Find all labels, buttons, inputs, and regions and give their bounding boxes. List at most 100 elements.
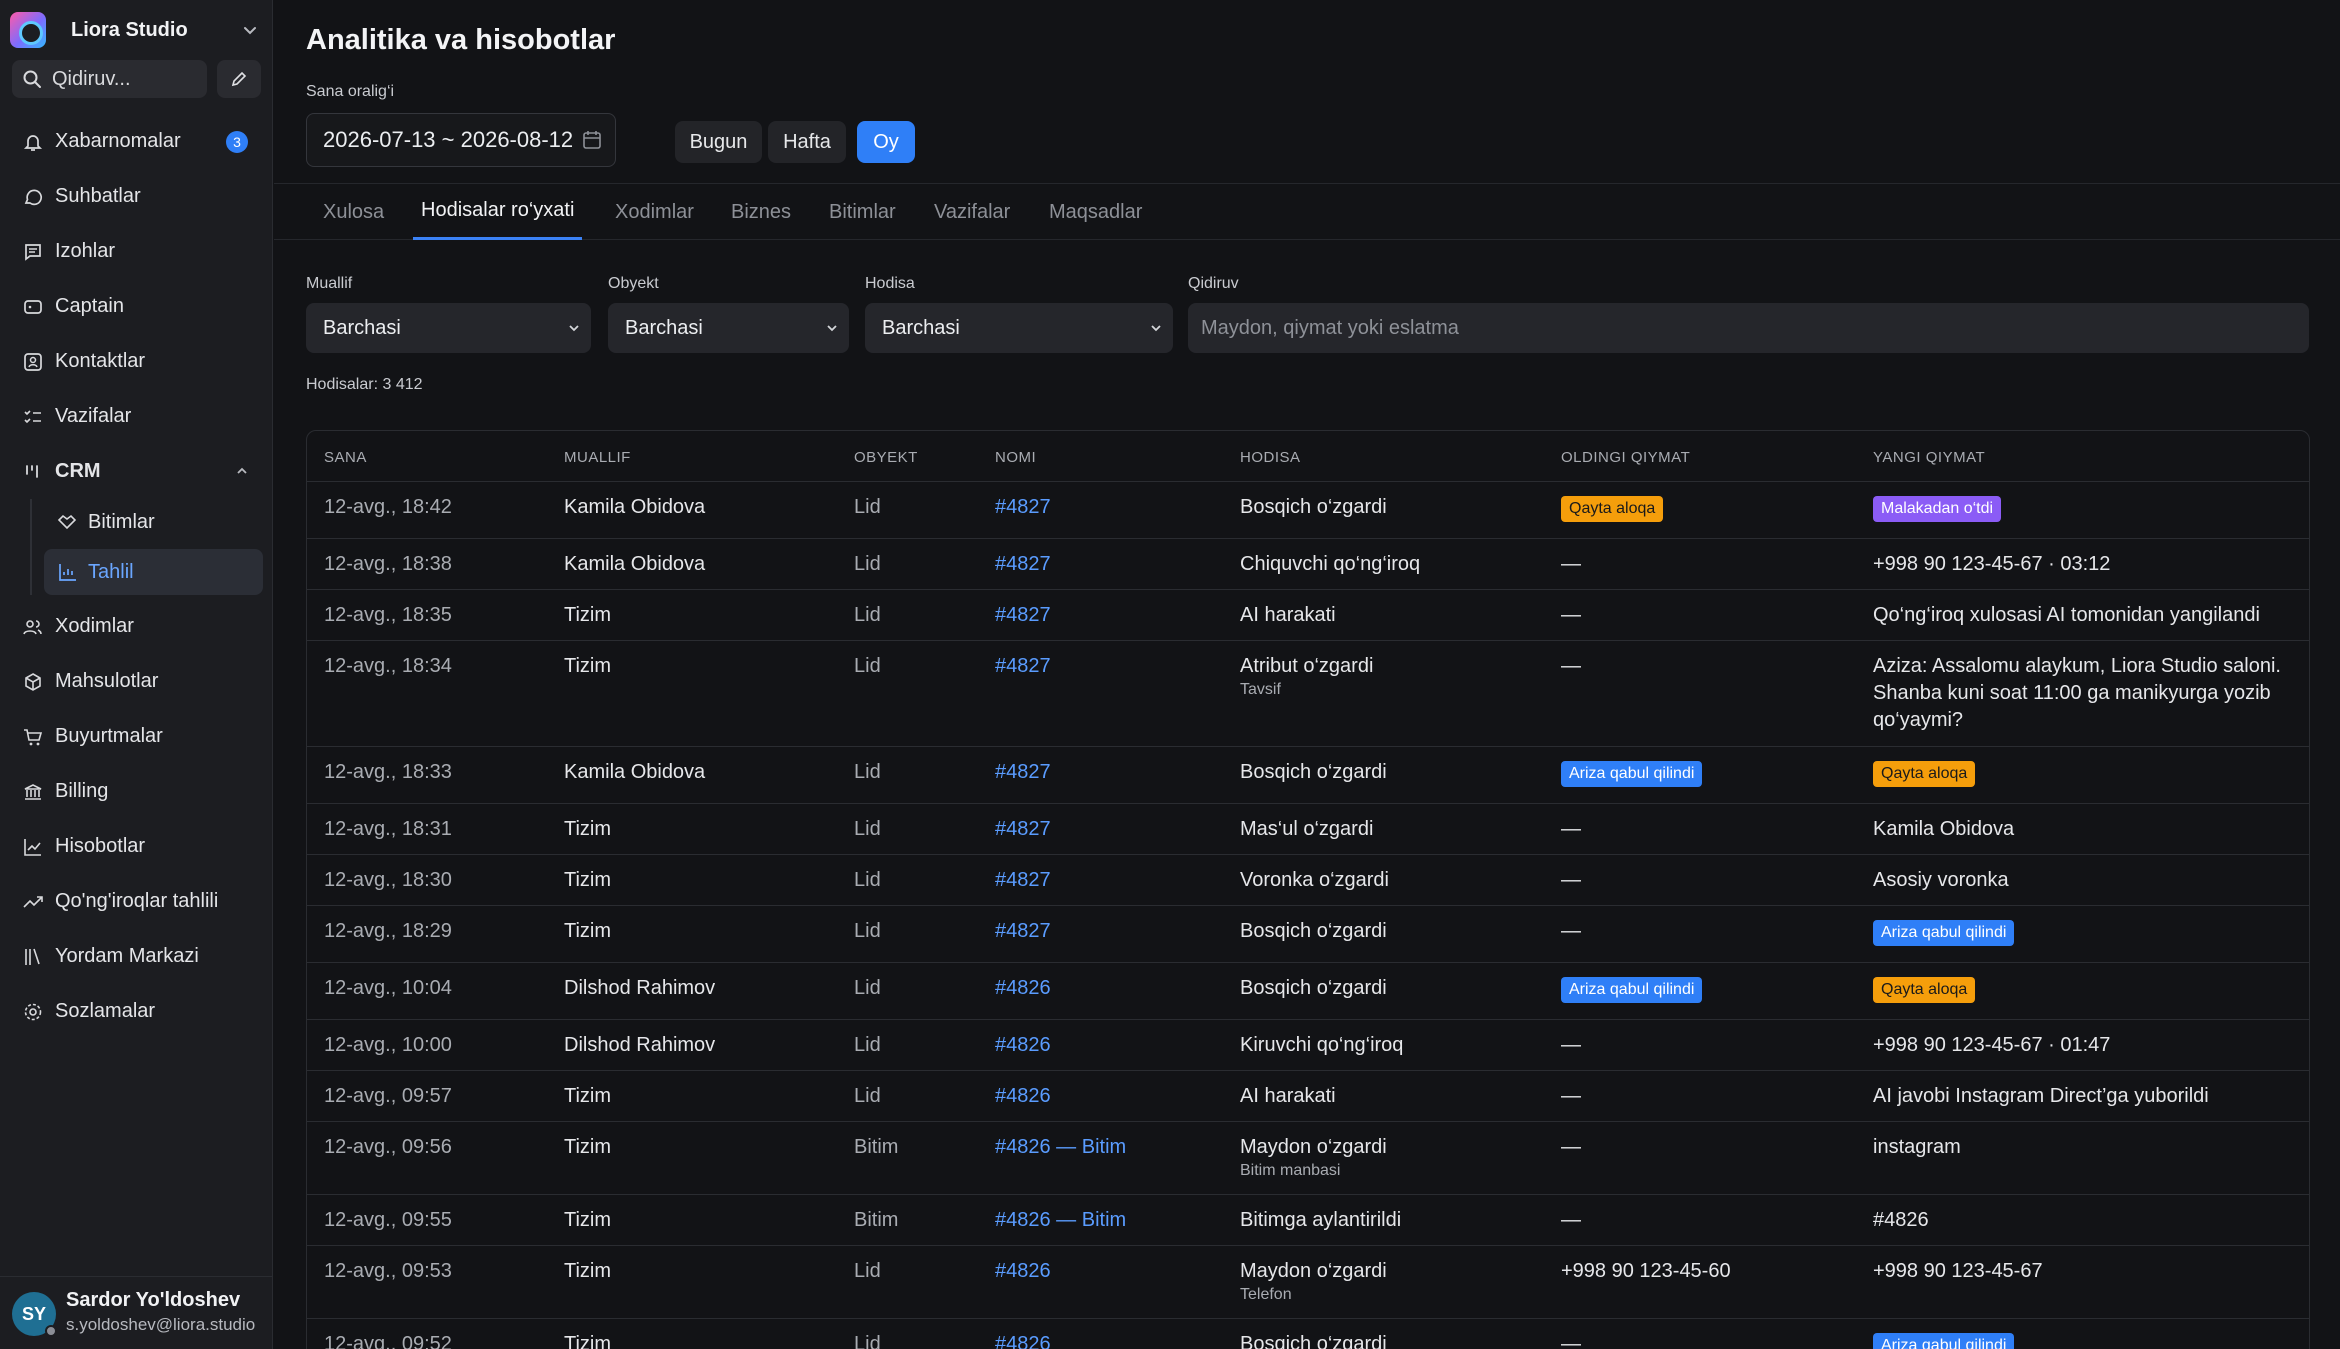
segment-month-button[interactable]: Oy bbox=[857, 121, 915, 163]
table-row[interactable]: 12-avg., 09:53 Tizim Lid #4826 Maydon o‘zgar… bbox=[307, 1246, 2309, 1319]
new-value-badge: Ariza qabul qilindi bbox=[1873, 920, 2015, 946]
date-range-value: 2026-07-13 ~ 2026-08-12 bbox=[323, 127, 574, 152]
line-chart-icon bbox=[24, 838, 41, 856]
sidebar-item-reports[interactable]: Hisobotlar bbox=[10, 819, 263, 874]
record-link[interactable]: #4826 bbox=[995, 1083, 1051, 1110]
checklist-icon bbox=[24, 409, 41, 423]
tab-deals[interactable]: Bitimlar bbox=[829, 184, 896, 240]
sidebar-item-label: Vazifalar bbox=[55, 405, 132, 427]
sidebar-item-staff[interactable]: Xodimlar bbox=[10, 599, 263, 654]
record-link[interactable]: #4827 bbox=[995, 494, 1051, 521]
table-row[interactable]: 12-avg., 09:55 Tizim Bitim #4826 — Bitim Bit… bbox=[307, 1195, 2309, 1246]
sidebar-item-chats[interactable]: Suhbatlar bbox=[10, 169, 263, 224]
sidebar-search[interactable]: Qidiruv... bbox=[12, 60, 207, 98]
table-row[interactable]: 12-avg., 18:42 Kamila Obidova Lid #4827 Bosq… bbox=[307, 482, 2309, 539]
sidebar-item-label: Yordam Markazi bbox=[55, 945, 199, 967]
event-type: AI harakati bbox=[1240, 604, 1336, 626]
segment-week-button[interactable]: Hafta bbox=[768, 121, 846, 163]
sidebar-item-label: Tahlil bbox=[88, 560, 134, 583]
table-row[interactable]: 12-avg., 09:52 Tizim Lid #4826 Bosqich o‘zga… bbox=[307, 1319, 2309, 1349]
user-profile[interactable]: SY Sardor Yo'ldoshev s.yoldoshev@liora.s… bbox=[0, 1276, 273, 1349]
chevron-up-icon[interactable] bbox=[233, 462, 251, 480]
pencil-icon bbox=[231, 71, 247, 87]
sidebar-item-analytics[interactable]: Tahlil bbox=[44, 549, 263, 595]
tab-goals[interactable]: Maqsadlar bbox=[1049, 184, 1142, 240]
column-header-event: HODISA bbox=[1240, 449, 1301, 466]
author-filter-value: Barchasi bbox=[323, 316, 401, 339]
segment-today-button[interactable]: Bugun bbox=[675, 121, 762, 163]
tab-events[interactable]: Hodisalar ro‘yxati bbox=[413, 184, 583, 240]
record-link[interactable]: #4826 bbox=[995, 1032, 1051, 1059]
sidebar-item-comments[interactable]: Izohlar bbox=[10, 224, 263, 279]
event-author: Tizim bbox=[564, 1085, 612, 1107]
sidebar-item-tasks[interactable]: Vazifalar bbox=[10, 389, 263, 444]
object-filter-value: Barchasi bbox=[625, 316, 703, 339]
comment-icon bbox=[25, 243, 41, 261]
sidebar-item-help-center[interactable]: Yordam Markazi bbox=[10, 929, 263, 984]
event-author: Tizim bbox=[564, 1136, 612, 1158]
sidebar-item-crm[interactable]: CRM bbox=[10, 444, 263, 499]
old-value-badge: Qayta aloqa bbox=[1561, 496, 1664, 522]
record-link[interactable]: #4826 bbox=[995, 1331, 1051, 1349]
table-row[interactable]: 12-avg., 10:00 Dilshod Rahimov Lid #4826 Kir… bbox=[307, 1020, 2309, 1071]
old-value: — bbox=[1561, 1085, 1581, 1107]
event-field: Tavsif bbox=[1240, 681, 1281, 698]
table-row[interactable]: 12-avg., 10:04 Dilshod Rahimov Lid #4826 Bos… bbox=[307, 963, 2309, 1020]
record-link[interactable]: #4826 bbox=[995, 1258, 1051, 1285]
record-link[interactable]: #4827 bbox=[995, 867, 1051, 894]
record-link[interactable]: #4827 bbox=[995, 918, 1051, 945]
sidebar-item-captain[interactable]: Captain bbox=[10, 279, 263, 334]
record-link[interactable]: #4826 — Bitim bbox=[995, 1134, 1126, 1161]
record-link[interactable]: #4827 bbox=[995, 816, 1051, 843]
author-filter-select[interactable]: Barchasi bbox=[306, 303, 591, 353]
tab-staff[interactable]: Xodimlar bbox=[615, 184, 694, 240]
new-value: +998 90 123-45-67 · 03:12 bbox=[1873, 553, 2111, 575]
record-link[interactable]: #4827 bbox=[995, 551, 1051, 578]
bot-icon bbox=[24, 299, 42, 314]
table-row[interactable]: 12-avg., 18:31 Tizim Lid #4827 Mas‘ul o‘zgar… bbox=[307, 804, 2309, 855]
table-row[interactable]: 12-avg., 18:29 Tizim Lid #4827 Bosqich o‘zga… bbox=[307, 906, 2309, 963]
record-link[interactable]: #4827 bbox=[995, 653, 1051, 680]
sidebar-item-deals[interactable]: Bitimlar bbox=[44, 499, 263, 545]
new-value-badge: Qayta aloqa bbox=[1873, 761, 1976, 787]
new-value: Kamila Obidova bbox=[1873, 818, 2015, 840]
tab-tasks[interactable]: Vazifalar bbox=[934, 184, 1010, 240]
date-range-picker[interactable]: 2026-07-13 ~ 2026-08-12 bbox=[306, 113, 616, 167]
event-type-cell: Mas‘ul o‘zgardi bbox=[1240, 816, 1373, 843]
table-row[interactable]: 12-avg., 18:38 Kamila Obidova Lid #4827 Chiq… bbox=[307, 539, 2309, 590]
table-row[interactable]: 12-avg., 09:57 Tizim Lid #4826 AI harakati — A… bbox=[307, 1071, 2309, 1122]
record-link[interactable]: #4826 — Bitim bbox=[995, 1207, 1126, 1234]
sidebar-item-call-analytics[interactable]: Qo'ng'iroqlar tahlili bbox=[10, 874, 263, 929]
new-value-badge: Ariza qabul qilindi bbox=[1873, 1333, 2015, 1349]
sidebar-item-label: Kontaktlar bbox=[55, 350, 146, 372]
sidebar-item-settings[interactable]: Sozlamalar bbox=[10, 984, 263, 1039]
sidebar-item-label: CRM bbox=[55, 460, 101, 482]
table-row[interactable]: 12-avg., 18:34 Tizim Lid #4827 Atribut o‘zga… bbox=[307, 641, 2309, 747]
search-input[interactable] bbox=[1188, 303, 2309, 353]
sidebar-item-label: Hisobotlar bbox=[55, 835, 146, 857]
record-link[interactable]: #4827 bbox=[995, 759, 1051, 786]
trend-up-icon bbox=[23, 895, 43, 908]
record-link[interactable]: #4826 bbox=[995, 975, 1051, 1002]
record-link[interactable]: #4827 bbox=[995, 602, 1051, 629]
tab-summary[interactable]: Xulosa bbox=[323, 184, 384, 240]
new-value: +998 90 123-45-67 bbox=[1873, 1260, 2043, 1282]
table-row[interactable]: 12-avg., 18:35 Tizim Lid #4827 AI harakati — Q… bbox=[307, 590, 2309, 641]
event-filter-select[interactable]: Barchasi bbox=[865, 303, 1173, 353]
author-filter-label: Muallif bbox=[306, 275, 353, 292]
object-filter-select[interactable]: Barchasi bbox=[608, 303, 849, 353]
compose-button[interactable] bbox=[217, 60, 261, 98]
sidebar-nav: Xabarnomalar 3 Suhbatlar Izohlar Captain… bbox=[10, 114, 263, 1039]
chevron-down-icon[interactable] bbox=[240, 20, 260, 40]
sidebar-item-products[interactable]: Mahsulotlar bbox=[10, 654, 263, 709]
sidebar-item-billing[interactable]: Billing bbox=[10, 764, 263, 819]
table-row[interactable]: 12-avg., 18:30 Tizim Lid #4827 Voronka o‘zga… bbox=[307, 855, 2309, 906]
sidebar-item-orders[interactable]: Buyurtmalar bbox=[10, 709, 263, 764]
workspace-switcher[interactable]: Liora Studio bbox=[10, 12, 260, 48]
sidebar-item-contacts[interactable]: Kontaktlar bbox=[10, 334, 263, 389]
table-row[interactable]: 12-avg., 09:56 Tizim Bitim #4826 — Bitim May… bbox=[307, 1122, 2309, 1195]
sidebar-item-notifications[interactable]: Xabarnomalar 3 bbox=[10, 114, 263, 169]
table-row[interactable]: 12-avg., 18:33 Kamila Obidova Lid #4827 Bosq… bbox=[307, 747, 2309, 804]
event-object: Lid bbox=[854, 1260, 881, 1282]
tab-business[interactable]: Biznes bbox=[731, 184, 791, 240]
